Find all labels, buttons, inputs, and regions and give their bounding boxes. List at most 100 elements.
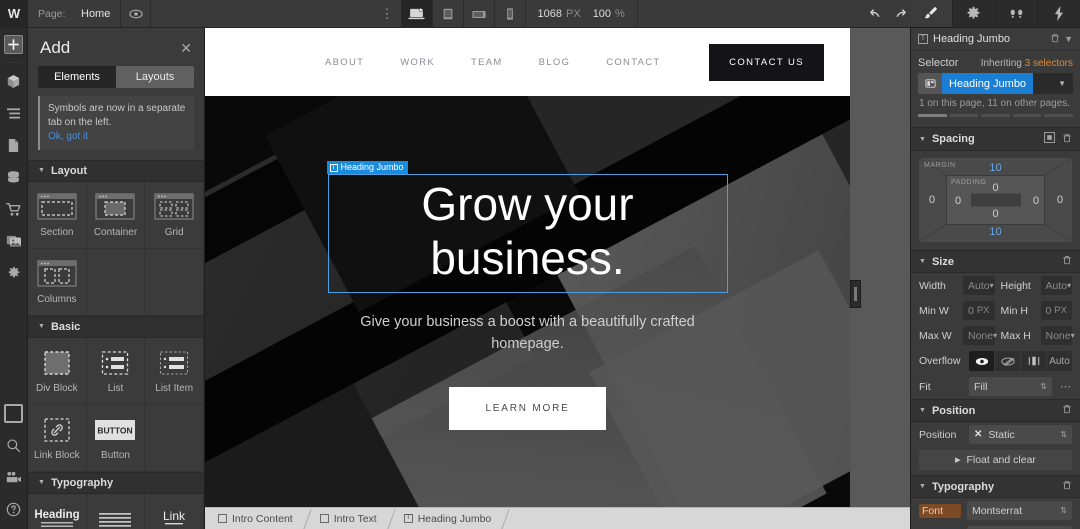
- preview-eye-icon[interactable]: [121, 0, 152, 27]
- padding-right-value[interactable]: 0: [1033, 195, 1039, 207]
- min-height-input[interactable]: 0 PX: [1040, 301, 1072, 320]
- min-width-input[interactable]: 0 PX: [963, 301, 995, 320]
- margin-bottom-value[interactable]: 10: [989, 226, 1001, 238]
- rail-item-cms[interactable]: [0, 161, 27, 193]
- trash-icon[interactable]: [1050, 33, 1060, 45]
- element-heading[interactable]: Heading Heading: [28, 493, 87, 529]
- trash-icon[interactable]: [1062, 255, 1072, 268]
- trash-icon[interactable]: [1062, 480, 1072, 493]
- rail-item-ecommerce[interactable]: [0, 193, 27, 225]
- nav-link-work[interactable]: WORK: [400, 57, 435, 68]
- spacing-mode-icon[interactable]: [1044, 132, 1055, 146]
- font-select[interactable]: Montserrat ⇅: [967, 501, 1072, 520]
- margin-right-value[interactable]: 0: [1057, 194, 1063, 206]
- element-list[interactable]: List: [86, 337, 146, 405]
- max-height-input[interactable]: None ▾: [1040, 326, 1075, 345]
- element-link-block[interactable]: Link Block: [28, 404, 87, 472]
- section-header-typography[interactable]: ▼ Typography: [28, 471, 204, 494]
- element-div-block[interactable]: Div Block: [28, 337, 87, 405]
- nav-link-blog[interactable]: BLOG: [539, 57, 571, 68]
- learn-more-button[interactable]: LEARN MORE: [449, 387, 606, 431]
- contact-us-button[interactable]: CONTACT US: [709, 43, 824, 81]
- element-grid[interactable]: Grid: [145, 181, 204, 249]
- position-select[interactable]: ✕ Static ⇅: [969, 425, 1072, 444]
- margin-left-value[interactable]: 0: [929, 194, 935, 206]
- hero-section[interactable]: T Heading Jumbo Grow your business. Give…: [205, 96, 850, 507]
- overflow-scroll-icon[interactable]: [1021, 351, 1047, 371]
- design-canvas[interactable]: ABOUT WORK TEAM BLOG CONTACT CONTACT US: [205, 28, 910, 507]
- element-container[interactable]: Container: [86, 181, 146, 249]
- tab-settings[interactable]: [953, 0, 996, 27]
- site-navbar[interactable]: ABOUT WORK TEAM BLOG CONTACT CONTACT US: [205, 28, 850, 96]
- rail-item-pages[interactable]: [0, 129, 27, 161]
- tab-layouts[interactable]: Layouts: [116, 66, 194, 88]
- trash-icon[interactable]: [1062, 133, 1072, 146]
- inheriting-count[interactable]: 3 selectors: [1025, 58, 1073, 69]
- trash-icon[interactable]: [1062, 404, 1072, 417]
- nav-link-about[interactable]: ABOUT: [325, 57, 364, 68]
- tab-interactions[interactable]: [996, 0, 1039, 27]
- canvas-size-readout[interactable]: 1068 PX 100 %: [526, 0, 638, 27]
- canvas-resize-handle[interactable]: [850, 280, 861, 308]
- undo-arrow-icon[interactable]: [861, 0, 888, 27]
- chevron-down-icon[interactable]: ▼: [1051, 73, 1073, 94]
- breadcrumb-item-intro-text[interactable]: Intro Text: [307, 508, 391, 529]
- tab-style[interactable]: [910, 0, 953, 27]
- section-typography[interactable]: ▼ Typography: [911, 475, 1080, 498]
- rail-item-symbols[interactable]: [0, 65, 27, 97]
- chevron-down-icon[interactable]: ▼: [1064, 34, 1073, 44]
- more-dots-icon[interactable]: ⋯: [1058, 380, 1072, 393]
- margin-top-value[interactable]: 10: [989, 162, 1001, 174]
- section-size[interactable]: ▼ Size: [911, 250, 1080, 273]
- section-header-layout[interactable]: ▼ Layout: [28, 159, 204, 182]
- rail-item-assets[interactable]: [0, 225, 27, 257]
- close-icon[interactable]: ✕: [180, 41, 192, 55]
- rail-item-preview[interactable]: [0, 397, 27, 429]
- heading-jumbo-element[interactable]: Grow your business.: [327, 174, 728, 293]
- selector-tag[interactable]: Heading Jumbo: [942, 73, 1034, 94]
- tab-elements[interactable]: Elements: [38, 66, 116, 88]
- overflow-visible-icon[interactable]: [969, 351, 995, 371]
- breakpoint-desktop[interactable]: [401, 0, 433, 27]
- width-input[interactable]: Auto ▾: [963, 276, 995, 295]
- notice-dismiss-link[interactable]: Ok, got it: [48, 130, 186, 144]
- selector-icon[interactable]: [918, 73, 942, 94]
- breadcrumb-item-intro-content[interactable]: Intro Content: [205, 508, 307, 529]
- element-columns[interactable]: Columns: [28, 248, 87, 316]
- section-spacing[interactable]: ▼ Spacing: [911, 127, 1080, 151]
- element-button[interactable]: BUTTON Button: [86, 404, 146, 472]
- max-width-input[interactable]: None ▾: [963, 326, 997, 345]
- padding-top-value[interactable]: 0: [992, 182, 998, 194]
- float-and-clear-toggle[interactable]: ▶ Float and clear: [919, 450, 1072, 470]
- fit-select[interactable]: Fill ⇅: [969, 377, 1052, 396]
- page-selector[interactable]: Page: Home: [28, 0, 122, 27]
- height-input[interactable]: Auto ▾: [1040, 276, 1072, 295]
- rail-item-search[interactable]: [0, 429, 27, 461]
- nav-link-team[interactable]: TEAM: [471, 57, 503, 68]
- element-paragraph[interactable]: Paragraph: [87, 493, 146, 529]
- element-text-link[interactable]: Link Text Link: [145, 493, 204, 529]
- breadcrumb-item-heading-jumbo[interactable]: T Heading Jumbo: [391, 508, 506, 529]
- rail-item-videos[interactable]: [0, 461, 27, 493]
- rail-item-add[interactable]: [0, 28, 27, 60]
- element-section[interactable]: Section: [28, 181, 87, 249]
- vertical-dots-icon[interactable]: ⋮: [375, 0, 401, 27]
- overflow-hidden-icon[interactable]: [995, 351, 1021, 371]
- webflow-logo[interactable]: W: [0, 0, 28, 27]
- breakpoint-mobile-landscape[interactable]: [464, 0, 495, 27]
- padding-bottom-value[interactable]: 0: [992, 208, 998, 220]
- element-list-item[interactable]: List Item: [145, 337, 204, 405]
- rail-item-settings[interactable]: [0, 257, 27, 289]
- overflow-auto-option[interactable]: Auto: [1047, 351, 1072, 371]
- nav-link-contact[interactable]: CONTACT: [606, 57, 660, 68]
- site-preview[interactable]: ABOUT WORK TEAM BLOG CONTACT CONTACT US: [205, 28, 850, 507]
- breakpoint-tablet[interactable]: [433, 0, 464, 27]
- breakpoint-mobile-portrait[interactable]: [495, 0, 526, 27]
- rail-item-navigator[interactable]: [0, 97, 27, 129]
- section-position[interactable]: ▼ Position: [911, 399, 1080, 422]
- tab-effects[interactable]: [1038, 0, 1080, 27]
- x-clear-icon[interactable]: ✕: [974, 429, 982, 440]
- hero-subheading[interactable]: Give your business a boost with a beauti…: [328, 311, 728, 356]
- padding-left-value[interactable]: 0: [955, 195, 961, 207]
- rail-item-help[interactable]: [0, 493, 27, 525]
